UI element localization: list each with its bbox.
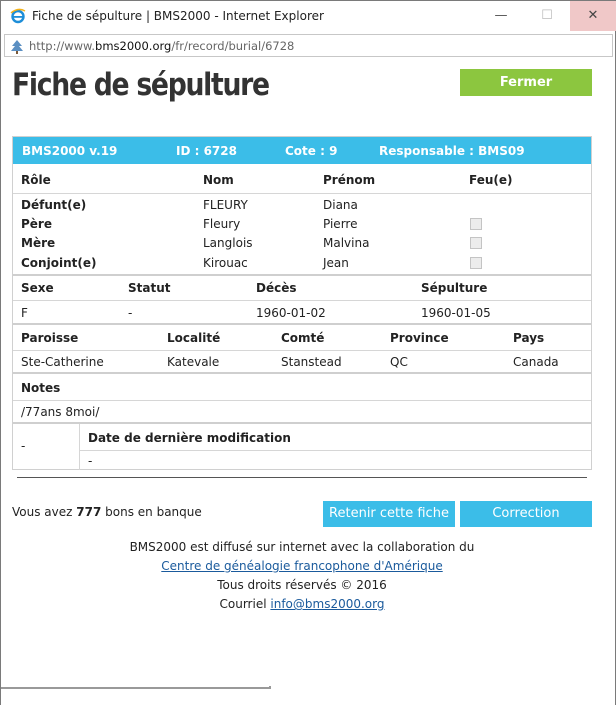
divider bbox=[13, 350, 591, 351]
site-tree-icon bbox=[11, 40, 23, 54]
notes-label: Notes bbox=[21, 381, 61, 395]
email-link[interactable]: info@bms2000.org bbox=[270, 597, 384, 611]
header-pays: Pays bbox=[513, 331, 545, 345]
address-url: http://www.bms2000.org/fr/record/burial/… bbox=[29, 39, 295, 53]
record-version: BMS2000 v.19 bbox=[22, 144, 118, 158]
value-localite: Katevale bbox=[167, 355, 220, 369]
modif-left: - bbox=[21, 439, 26, 453]
person-prenom: Diana bbox=[323, 198, 358, 212]
header-province: Province bbox=[390, 331, 449, 345]
divider bbox=[13, 300, 591, 301]
header-sepulture: Sépulture bbox=[421, 281, 488, 295]
divider bbox=[13, 193, 591, 194]
separator bbox=[17, 477, 587, 478]
divider bbox=[80, 450, 591, 451]
value-paroisse: Ste-Catherine bbox=[21, 355, 104, 369]
divider bbox=[13, 372, 591, 374]
divider bbox=[13, 274, 591, 276]
divider bbox=[13, 400, 591, 401]
decorative-frame bbox=[1, 686, 271, 689]
value-pays: Canada bbox=[513, 355, 559, 369]
address-bar[interactable]: http://www.bms2000.org/fr/record/burial/… bbox=[4, 34, 613, 57]
feu-checkbox bbox=[470, 237, 482, 249]
person-role: Défunt(e) bbox=[21, 198, 87, 212]
person-role: Mère bbox=[21, 236, 56, 250]
record-cote: Cote : 9 bbox=[285, 144, 338, 158]
header-feu: Feu(e) bbox=[469, 173, 513, 187]
feu-checkbox bbox=[470, 218, 482, 230]
footer: BMS2000 est diffusé sur internet avec la… bbox=[1, 538, 603, 614]
value-comte: Stanstead bbox=[281, 355, 342, 369]
title-bar: Fiche de sépulture | BMS2000 - Internet … bbox=[1, 1, 616, 32]
record-responsable: Responsable : BMS09 bbox=[379, 144, 525, 158]
person-nom: FLEURY bbox=[203, 198, 248, 212]
page-title: Fiche de sépulture bbox=[12, 67, 270, 103]
header-paroisse: Paroisse bbox=[21, 331, 79, 345]
header-sexe: Sexe bbox=[21, 281, 54, 295]
correction-button[interactable]: Correction bbox=[460, 501, 592, 527]
header-nom: Nom bbox=[203, 173, 234, 187]
centre-genealogie-link[interactable]: Centre de généalogie francophone d'Améri… bbox=[161, 559, 442, 573]
close-window-button[interactable]: ✕ bbox=[570, 1, 616, 31]
close-button[interactable]: Fermer bbox=[460, 69, 592, 96]
divider bbox=[13, 422, 591, 424]
person-role: Père bbox=[21, 217, 52, 231]
header-role: Rôle bbox=[21, 173, 51, 187]
person-prenom: Pierre bbox=[323, 217, 358, 231]
browser-window: Fiche de sépulture | BMS2000 - Internet … bbox=[0, 0, 616, 705]
header-comte: Comté bbox=[281, 331, 325, 345]
header-statut: Statut bbox=[128, 281, 171, 295]
footer-line: BMS2000 est diffusé sur internet avec la… bbox=[129, 540, 475, 554]
minimize-button[interactable]: — bbox=[478, 1, 524, 31]
value-sexe: F bbox=[21, 306, 28, 320]
value-statut: - bbox=[128, 306, 133, 320]
value-province: QC bbox=[390, 355, 408, 369]
bank-count: 777 bbox=[76, 505, 102, 519]
divider bbox=[13, 323, 591, 325]
record-header: BMS2000 v.19 ID : 6728 Cote : 9 Responsa… bbox=[13, 137, 591, 164]
bank-balance: Vous avez 777 bons en banque bbox=[12, 505, 202, 519]
person-nom: Kirouac bbox=[203, 256, 248, 270]
window-title: Fiche de sépulture | BMS2000 - Internet … bbox=[32, 9, 324, 23]
feu-checkbox bbox=[470, 257, 482, 269]
header-localite: Localité bbox=[167, 331, 221, 345]
divider bbox=[79, 424, 80, 470]
value-deces: 1960-01-02 bbox=[256, 306, 326, 320]
modif-label: Date de dernière modification bbox=[88, 431, 291, 445]
person-role: Conjoint(e) bbox=[21, 256, 97, 270]
maximize-button[interactable]: ☐ bbox=[524, 1, 570, 31]
internet-explorer-icon bbox=[10, 8, 26, 24]
notes-value: /77ans 8moi/ bbox=[21, 405, 100, 419]
person-nom: Langlois bbox=[203, 236, 253, 250]
modif-value: - bbox=[88, 454, 93, 468]
header-prenom: Prénom bbox=[323, 173, 376, 187]
person-nom: Fleury bbox=[203, 217, 241, 231]
retain-record-button[interactable]: Retenir cette fiche bbox=[323, 501, 455, 527]
header-deces: Décès bbox=[256, 281, 297, 295]
footer-email-line: Courriel info@bms2000.org bbox=[219, 597, 385, 611]
record-id: ID : 6728 bbox=[176, 144, 237, 158]
person-prenom: Jean bbox=[323, 256, 349, 270]
burial-record: BMS2000 v.19 ID : 6728 Cote : 9 Responsa… bbox=[12, 136, 592, 470]
value-sepulture: 1960-01-05 bbox=[421, 306, 491, 320]
page-content: Fiche de sépulture Fermer BMS2000 v.19 I… bbox=[1, 59, 615, 705]
person-prenom: Malvina bbox=[323, 236, 370, 250]
footer-copyright: Tous droits réservés © 2016 bbox=[217, 578, 387, 592]
